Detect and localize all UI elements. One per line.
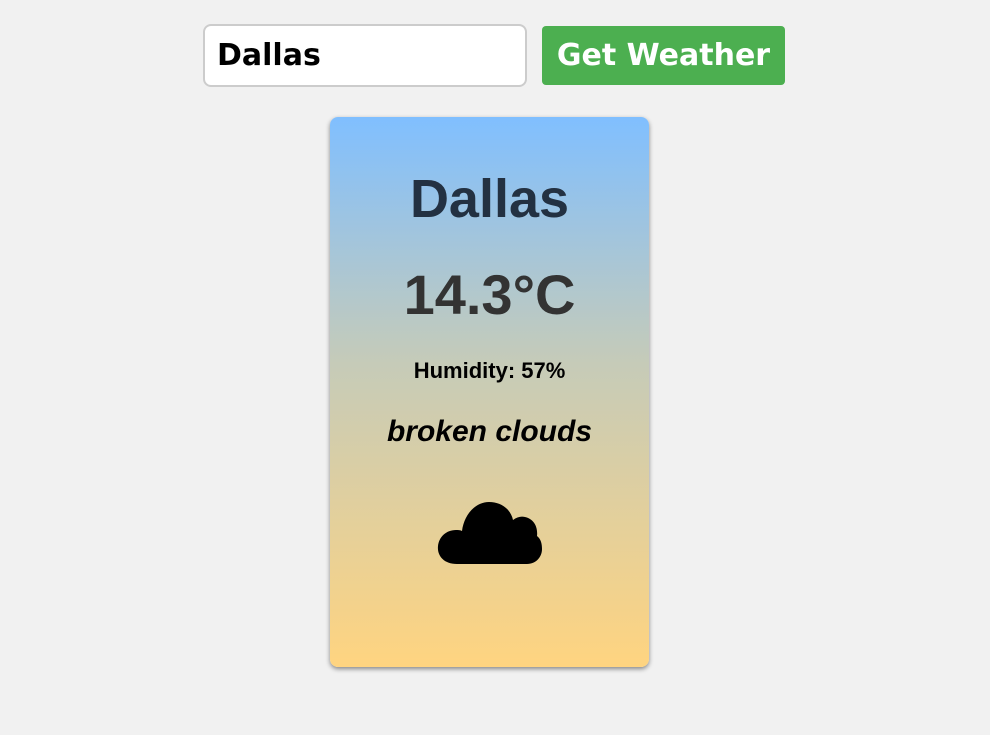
cloud-icon: [437, 502, 542, 564]
weather-description: broken clouds: [386, 415, 593, 448]
temperature: 14.3°C: [403, 263, 576, 326]
get-weather-button[interactable]: Get Weather: [542, 26, 785, 85]
humidity: Humidity: 57%: [413, 358, 566, 383]
city-name: Dallas: [409, 169, 570, 229]
weather-card: Dallas 14.3°C Humidity: 57% broken cloud…: [330, 117, 649, 667]
city-search-input[interactable]: [203, 24, 527, 87]
